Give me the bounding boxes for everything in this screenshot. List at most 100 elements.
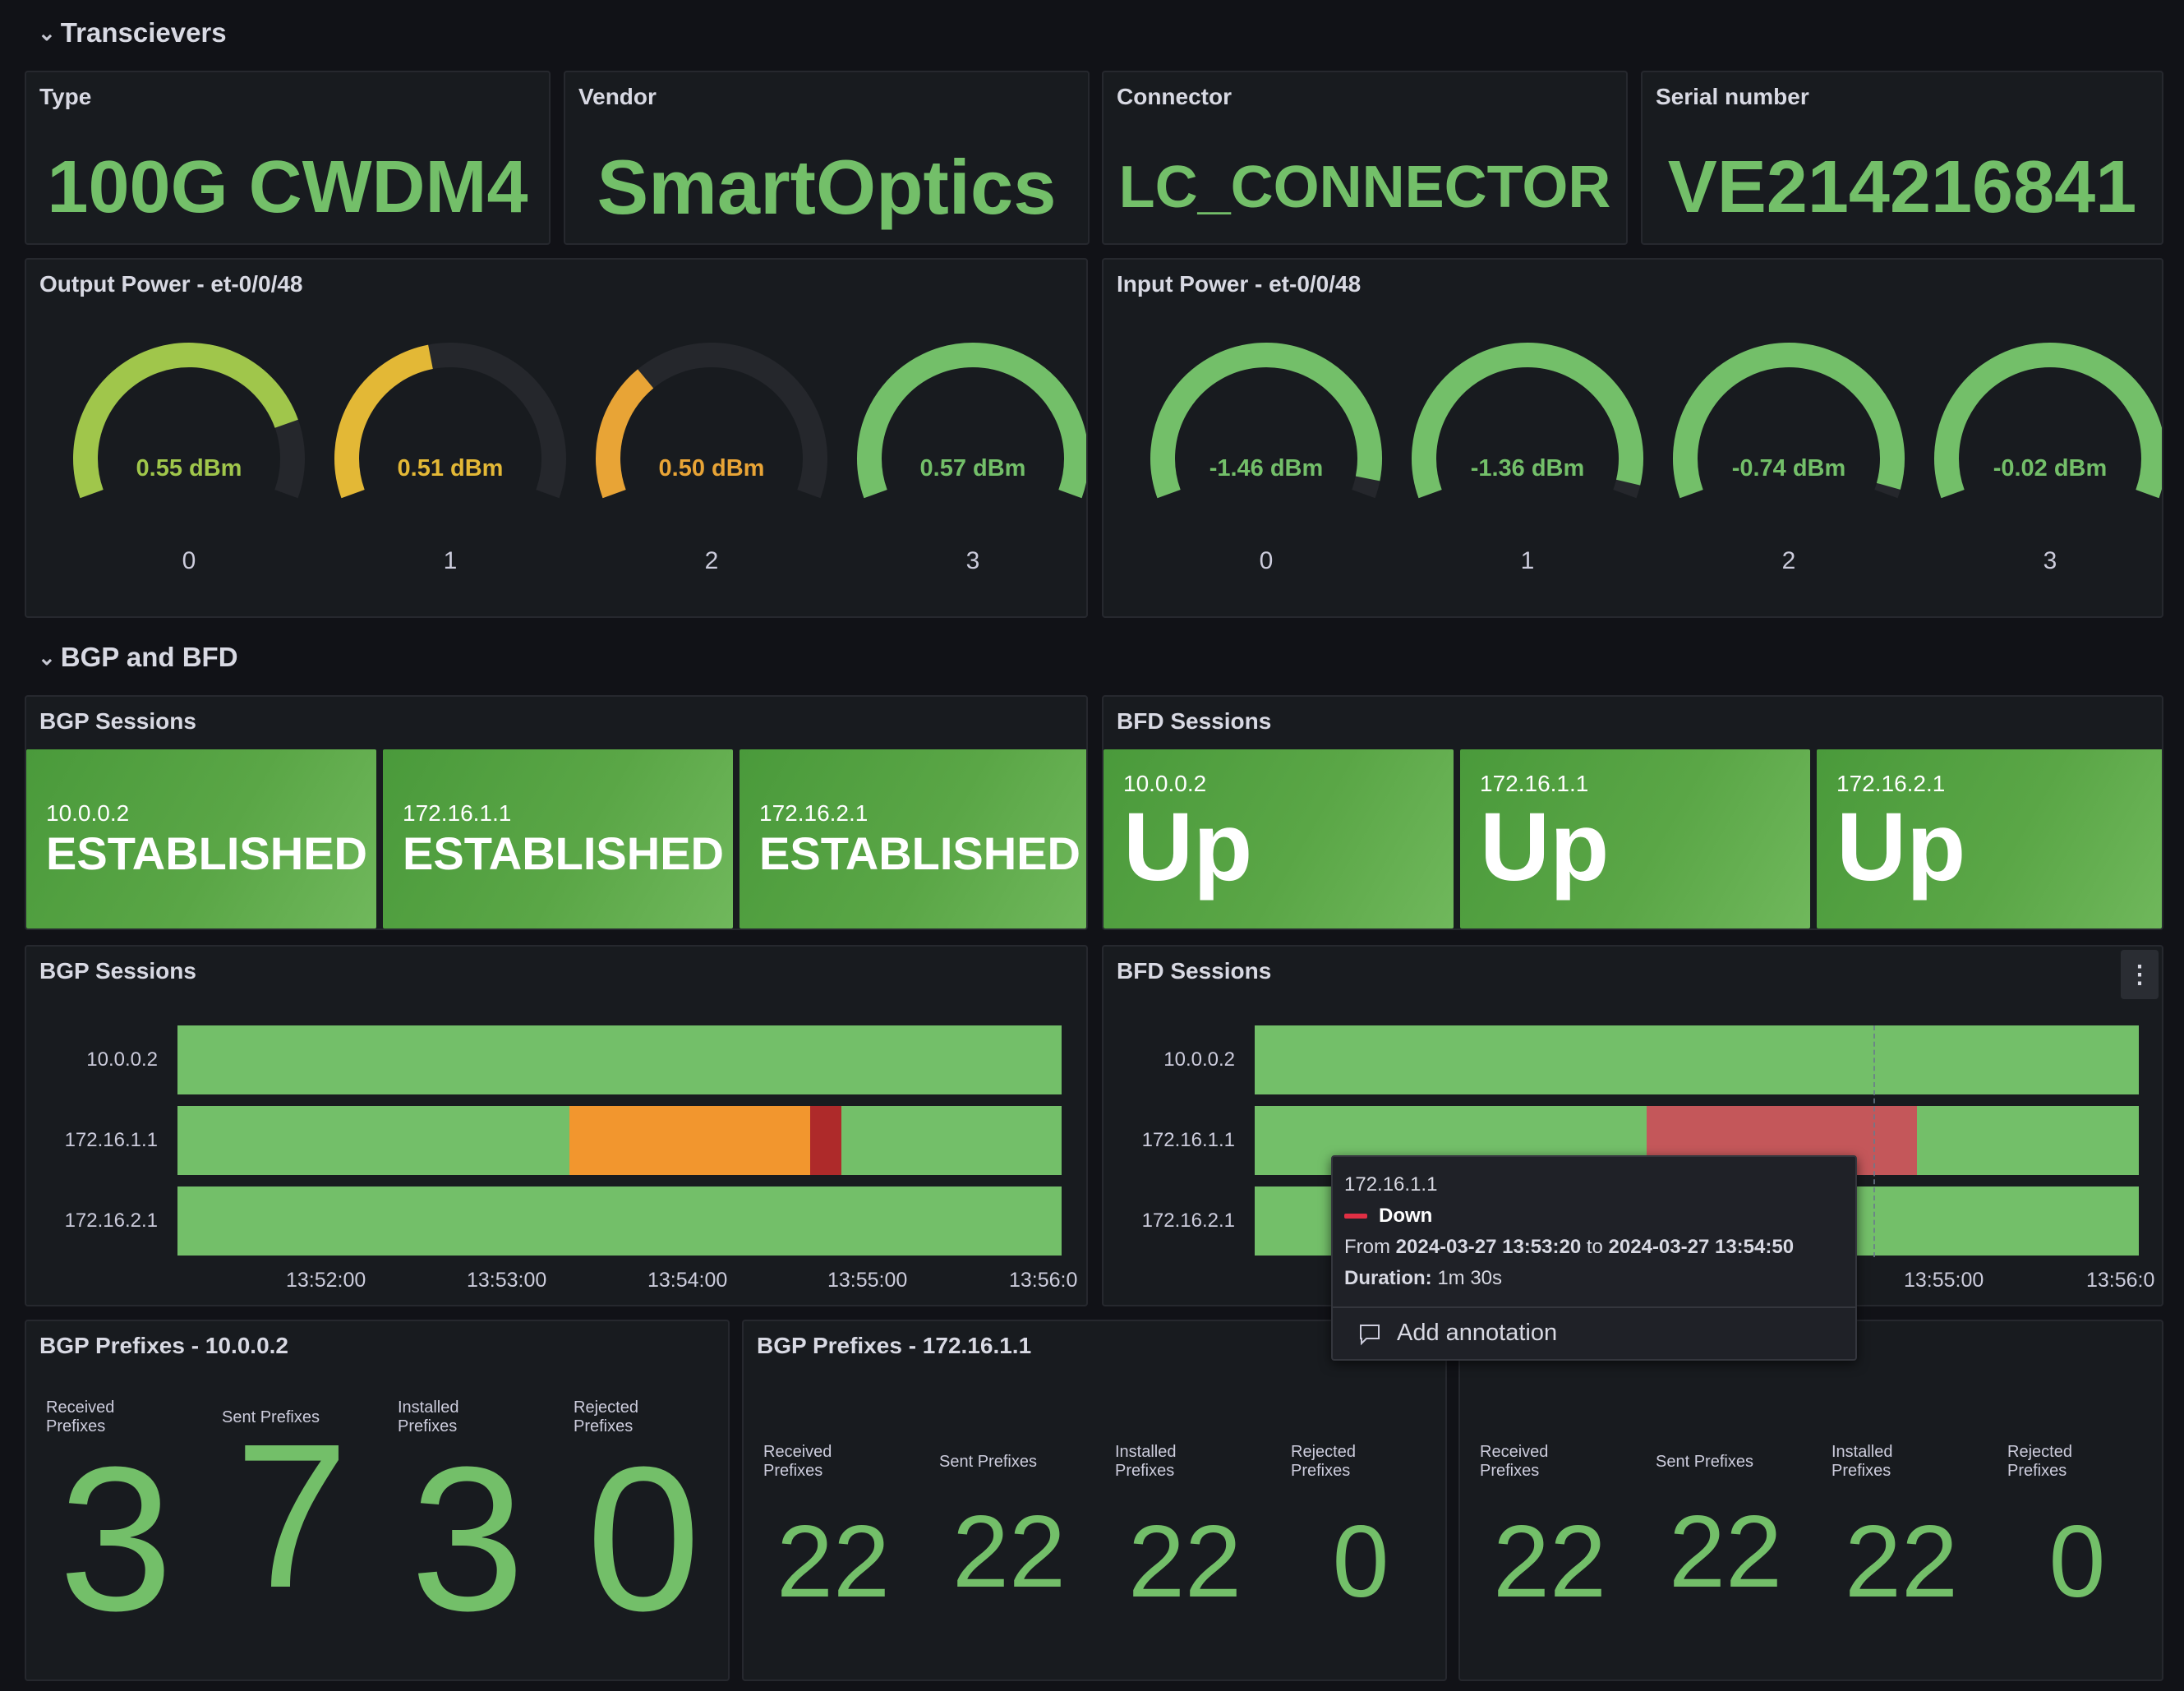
prefix-column-label: Received Prefixes <box>1480 1443 1549 1480</box>
gauge-label: 2 <box>1781 547 1796 574</box>
gauge-arc <box>857 343 1086 499</box>
panel-title: Vendor <box>578 84 657 109</box>
prefix-column-label: Installed Prefixes <box>1832 1443 1893 1480</box>
time-axis-tick: 13:56:0 <box>2086 1269 2155 1292</box>
panel-title: BGP Prefixes - 172.16.1.1 <box>757 1333 1032 1358</box>
panel-title: Output Power - et-0/0/48 <box>39 271 303 297</box>
gauge-arc <box>1412 343 1643 499</box>
prefix-column-label: Rejected Prefixes <box>2007 1443 2072 1480</box>
state-tile-value: Up <box>1123 793 1253 901</box>
prefix-column-label: Installed Prefixes <box>1115 1443 1177 1480</box>
state-tile-1[interactable]: 172.16.1.1 Up <box>1460 749 1810 928</box>
prefix-column-label: Received Prefixes <box>763 1443 832 1480</box>
prefix-column-value: 3 <box>58 1424 173 1653</box>
stat-panel-vendor[interactable]: Vendor SmartOptics <box>564 71 1090 245</box>
tooltip-state-label: Down <box>1379 1205 1433 1227</box>
gauge-value: -0.02 dBm <box>1993 455 2108 481</box>
add-annotation-label: Add annotation <box>1397 1320 1558 1346</box>
time-axis-tick: 13:52:00 <box>286 1269 366 1292</box>
timeline-row-label: 10.0.0.2 <box>86 1048 158 1071</box>
state-tile-value: ESTABLISHED <box>759 827 1080 879</box>
prefix-column-value: 22 <box>1128 1505 1242 1619</box>
timeline-row-bar[interactable] <box>1255 1025 2139 1094</box>
timeline-segment[interactable] <box>841 1106 1062 1175</box>
prefix-column-label: Sent Prefixes <box>1656 1453 1753 1471</box>
range-mid: to <box>1586 1236 1603 1258</box>
tooltip-divider <box>1333 1306 1855 1308</box>
gauge-arc <box>73 343 305 499</box>
time-axis-tick: 13:55:00 <box>1904 1269 1984 1292</box>
tooltip-range: From 2024-03-27 13:53:20 to 2024-03-27 1… <box>1344 1236 1794 1259</box>
prefix-column-value: 22 <box>1669 1495 1782 1609</box>
timeline-segment[interactable] <box>810 1106 842 1175</box>
bgp-sessions-timeline-panel[interactable]: BGP Sessions 10.0.0.2 172.16.1.1 172.16.2.… <box>25 945 1088 1306</box>
gauge-label: 3 <box>2043 547 2057 574</box>
bgp-sessions-state-panel[interactable]: BGP Sessions 10.0.0.2 ESTABLISHED 172.16.1… <box>25 695 1088 930</box>
bgp-prefixes-panel-10-0-0-2[interactable]: BGP Prefixes - 10.0.0.2 Received Prefixe… <box>25 1320 730 1681</box>
timeline-row-label: 172.16.1.1 <box>1141 1129 1235 1151</box>
state-tile-0[interactable]: 10.0.0.2 Up <box>1104 749 1454 928</box>
row-header-bgp-bfd[interactable]: ⌄ BGP and BFD <box>38 641 238 674</box>
state-tile-2[interactable]: 172.16.2.1 ESTABLISHED <box>740 749 1086 928</box>
state-tile-name: 172.16.1.1 <box>403 800 512 826</box>
timeline-segment[interactable] <box>1255 1025 2139 1094</box>
gauge-3: -0.02 dBm 3 <box>1927 307 2162 587</box>
stat-panel-type[interactable]: Type 100G CWDM4 <box>25 71 551 245</box>
add-annotation-button[interactable]: Add annotation <box>1357 1320 1557 1347</box>
timeline-row-bar[interactable] <box>177 1106 1062 1175</box>
timeline-segment[interactable] <box>569 1106 811 1175</box>
stat-panel-serial-number[interactable]: Serial number VE214216841 <box>1641 71 2163 245</box>
state-tile-name: 10.0.0.2 <box>46 800 130 826</box>
panel-menu-button[interactable]: ⋮ <box>2121 950 2159 999</box>
gauge-value: -1.46 dBm <box>1209 455 1324 481</box>
gauge-value: 0.50 dBm <box>658 455 765 481</box>
timeline-row-label: 172.16.2.1 <box>1141 1210 1235 1232</box>
state-tile-1[interactable]: 172.16.1.1 ESTABLISHED <box>383 749 733 928</box>
gauge-2: 0.50 dBm 2 <box>588 307 835 587</box>
range-to: 2024-03-27 13:54:50 <box>1608 1236 1795 1258</box>
timeline-segment[interactable] <box>177 1025 1062 1094</box>
bgp-prefixes-panel-172-16-1-1[interactable]: BGP Prefixes - 172.16.1.1 Received Prefi… <box>742 1320 1447 1681</box>
panel-title: BFD Sessions <box>1117 958 1272 984</box>
state-tile-value: ESTABLISHED <box>46 827 367 879</box>
gauge-2: -0.74 dBm 2 <box>1666 307 1912 587</box>
panel-title: Type <box>39 84 92 109</box>
stat-value: VE214216841 <box>1667 145 2137 228</box>
gauge-1: 0.51 dBm 1 <box>327 307 574 587</box>
panel-title: BGP Prefixes - 10.0.0.2 <box>39 1333 288 1358</box>
gauge-arc <box>334 343 566 499</box>
comment-icon <box>1360 1324 1380 1345</box>
gauge-label: 1 <box>443 547 458 574</box>
timeline-segment[interactable] <box>177 1186 1062 1256</box>
state-tile-2[interactable]: 172.16.2.1 Up <box>1817 749 2162 928</box>
timeline-tooltip: 172.16.1.1 Down From 2024-03-27 13:53:20… <box>1331 1155 1857 1361</box>
bfd-sessions-state-panel[interactable]: BFD Sessions 10.0.0.2 Up 172.16.1.1 Up 172.1… <box>1102 695 2163 930</box>
duration-value: 1m 30s <box>1437 1267 1503 1289</box>
gauge-value: -1.36 dBm <box>1470 455 1585 481</box>
timeline-row-bar[interactable] <box>177 1025 1062 1094</box>
prefix-column-label: Sent Prefixes <box>939 1453 1037 1471</box>
timeline-segment[interactable] <box>1916 1106 2139 1175</box>
timeline-row-bar[interactable] <box>177 1186 1062 1256</box>
state-tile-0[interactable]: 10.0.0.2 ESTABLISHED <box>26 749 376 928</box>
tooltip-series: 172.16.1.1 <box>1344 1173 1438 1196</box>
prefix-column-value: 0 <box>1332 1505 1389 1619</box>
gauge-value: 0.51 dBm <box>397 455 504 481</box>
gauge-arc <box>1150 343 1382 499</box>
time-axis-tick: 13:56:0 <box>1009 1269 1078 1292</box>
timeline-segment[interactable] <box>177 1106 569 1175</box>
input-power-panel[interactable]: Input Power - et-0/0/48 -1.46 dBm 0 -1.36 … <box>1102 258 2163 618</box>
timeline-row-label: 172.16.1.1 <box>64 1129 158 1151</box>
stat-panel-connector[interactable]: Connector LC_CONNECTOR <box>1102 71 1628 245</box>
row-header-transceivers[interactable]: ⌄ Transcievers <box>38 16 227 49</box>
state-tile-value: Up <box>1480 793 1610 901</box>
tooltip-state: Down <box>1344 1205 1432 1228</box>
bgp-prefixes-panel-172-16-2-1[interactable]: Received Prefixes 22 Sent Prefixes 22 Instal… <box>1458 1320 2163 1681</box>
gauge-arc <box>596 343 827 499</box>
stat-value: LC_CONNECTOR <box>1118 154 1611 220</box>
panel-title: BGP Sessions <box>39 958 196 984</box>
prefix-column-label: Rejected Prefixes <box>1291 1443 1356 1480</box>
tooltip-duration: Duration: 1m 30s <box>1344 1267 1502 1290</box>
row-title: BGP and BFD <box>60 642 238 672</box>
output-power-panel[interactable]: Output Power - et-0/0/48 0.55 dBm 0 0.51 d… <box>25 258 1088 618</box>
